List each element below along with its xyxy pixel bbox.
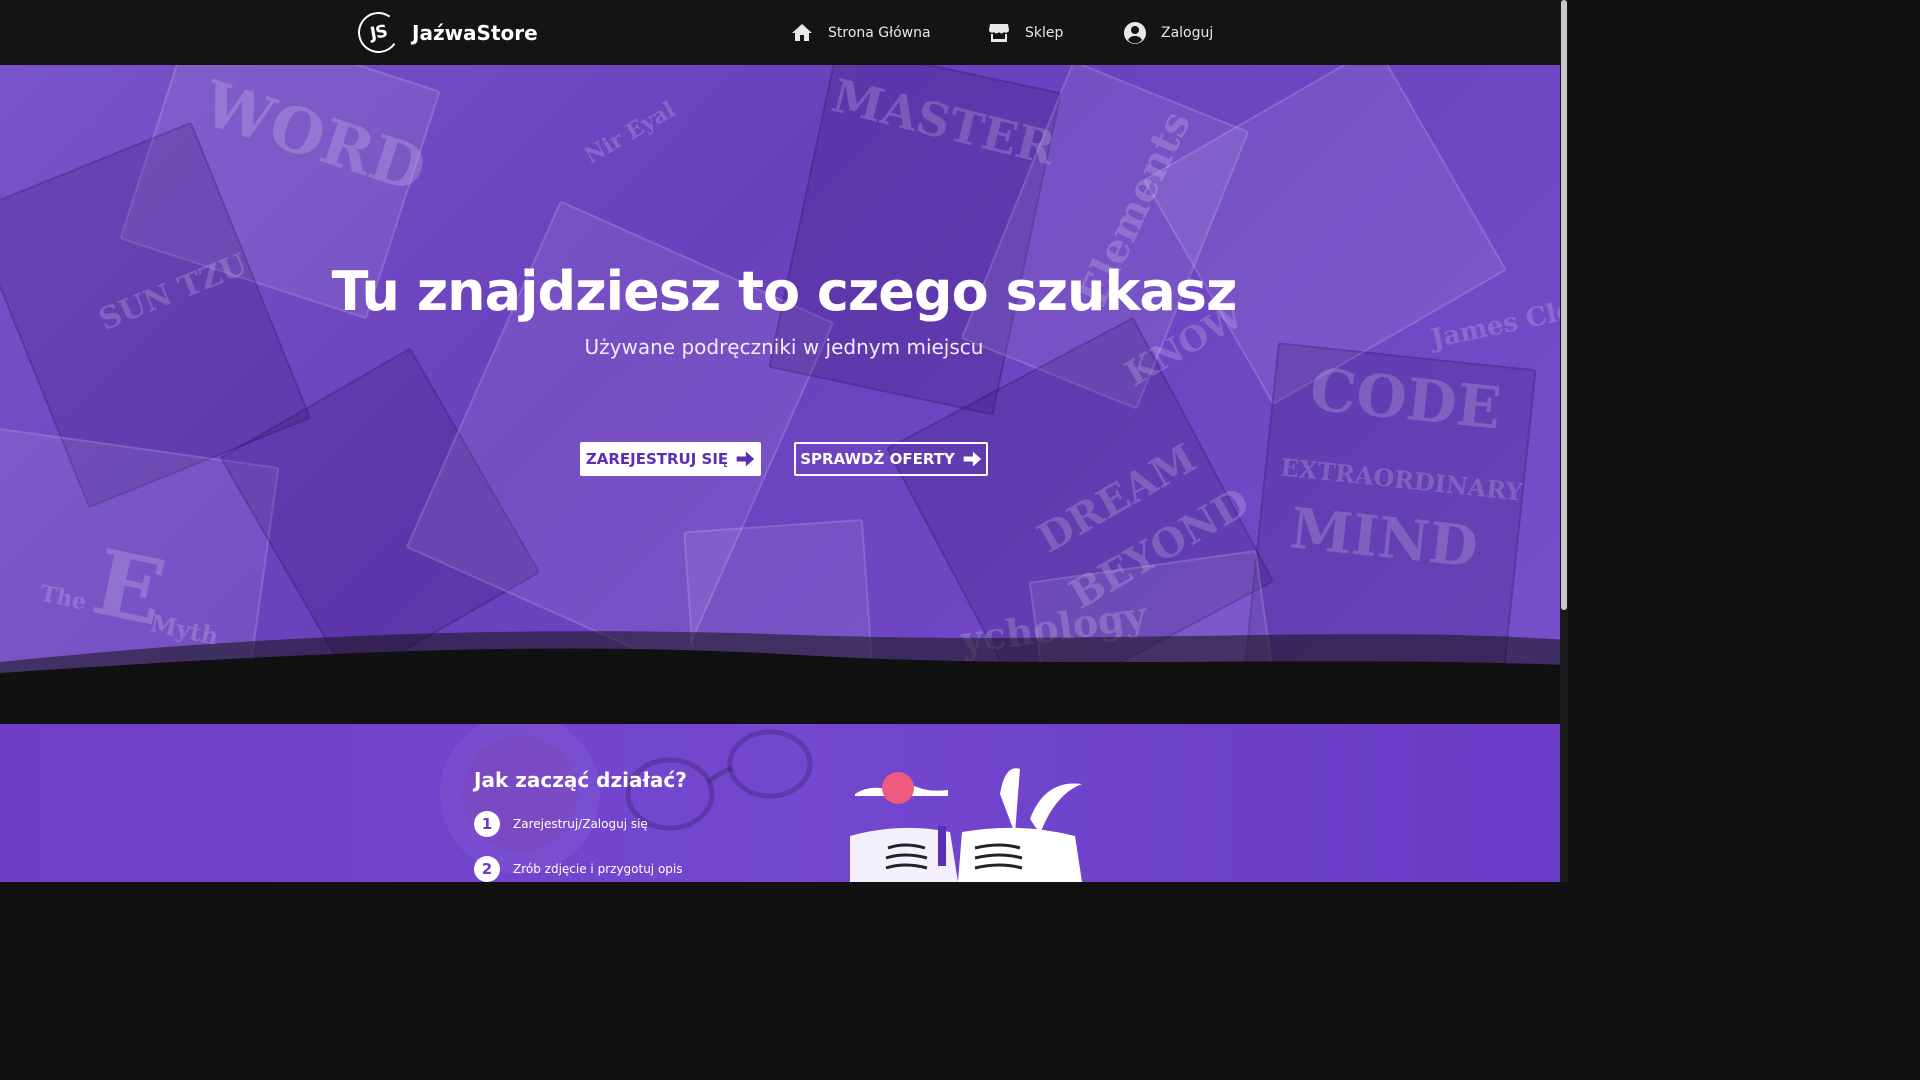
check-offers-button[interactable]: SPRAWDŹ OFERTY bbox=[794, 442, 988, 476]
step-text: Zrób zdjęcie i przygotuj opis bbox=[513, 862, 683, 876]
step-number-badge: 1 bbox=[474, 811, 500, 837]
nav-shop-link[interactable]: Sklep bbox=[987, 21, 1063, 45]
step-text: Zarejestruj/Zaloguj się bbox=[513, 817, 648, 831]
navbar: JS JaźwaStore Strona Główna Sklep Zalogu… bbox=[0, 0, 1568, 65]
nav-login-link[interactable]: Zaloguj bbox=[1123, 21, 1213, 45]
book-title-text: Nir Eyal bbox=[580, 96, 680, 170]
how-to-start-title: Jak zacząć działać? bbox=[474, 768, 687, 792]
how-to-start-section: Jak zacząć działać? 1 Zarejestruj/Zalogu… bbox=[0, 724, 1568, 882]
nav-home-label: Strona Główna bbox=[828, 25, 931, 41]
user-circle-icon bbox=[1124, 22, 1146, 44]
page-scrollbar[interactable] bbox=[1560, 0, 1568, 882]
step-item: 2 Zrób zdjęcie i przygotuj opis bbox=[474, 856, 683, 882]
scrollbar-thumb[interactable] bbox=[1561, 0, 1567, 610]
home-icon bbox=[792, 24, 812, 41]
open-book-illustration bbox=[850, 768, 1082, 882]
check-offers-button-label: SPRAWDŹ OFERTY bbox=[800, 450, 955, 468]
hero-section: WORD SUN TZU MASTER Elements CODE EXTRAO… bbox=[0, 65, 1568, 725]
hero-subtitle: Używane podręczniki w jednym miejscu bbox=[584, 335, 984, 359]
store-icon bbox=[989, 24, 1009, 42]
register-button[interactable]: ZAREJESTRUJ SIĘ bbox=[580, 442, 761, 476]
nav-login-label: Zaloguj bbox=[1161, 25, 1214, 41]
step-number-badge: 2 bbox=[474, 856, 500, 882]
arrow-right-icon bbox=[963, 451, 981, 467]
register-button-label: ZAREJESTRUJ SIĘ bbox=[585, 450, 729, 468]
hero-title: Tu znajdziesz to czego szukasz bbox=[331, 260, 1238, 323]
brand-name: JaźwaStore bbox=[412, 20, 538, 45]
hero-wave-divider bbox=[0, 631, 1568, 725]
nav-home-link[interactable]: Strona Główna bbox=[790, 21, 931, 45]
arrow-right-icon bbox=[736, 451, 755, 467]
logo-badge-icon: JS bbox=[354, 8, 403, 57]
logo[interactable]: JS JaźwaStore bbox=[354, 8, 538, 57]
step-item: 1 Zarejestruj/Zaloguj się bbox=[474, 811, 648, 837]
nav-shop-label: Sklep bbox=[1025, 25, 1064, 41]
